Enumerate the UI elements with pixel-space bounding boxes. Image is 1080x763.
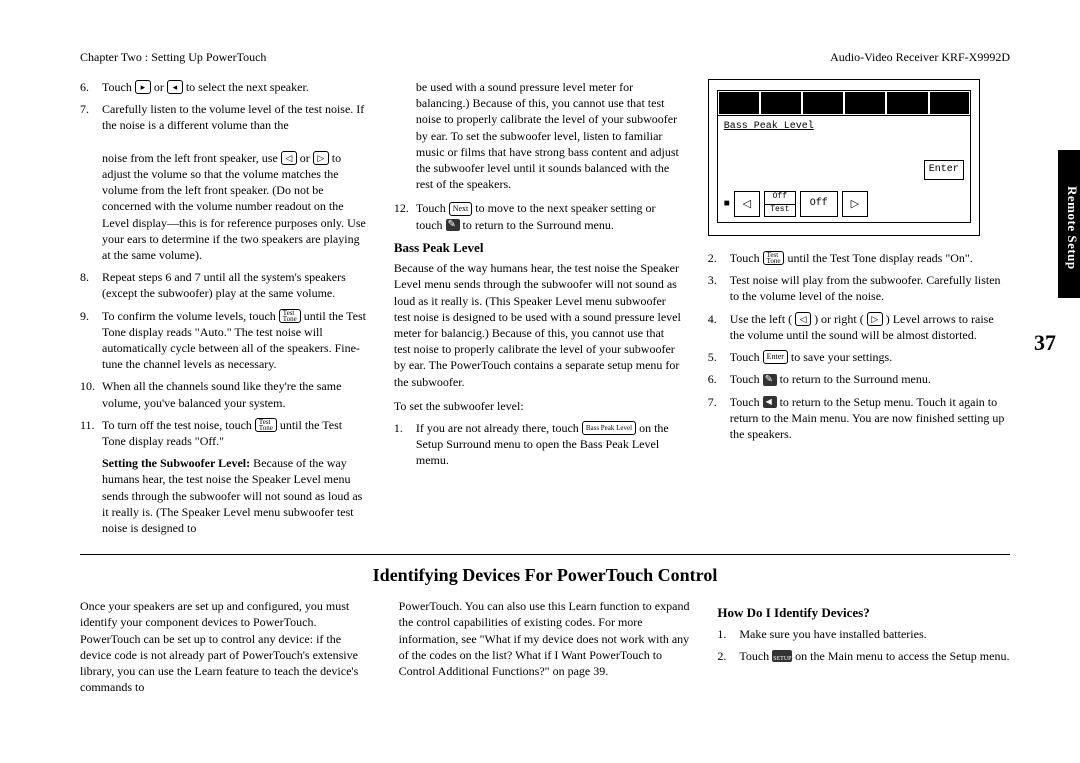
left-arrow-icon: ◁	[281, 151, 297, 165]
text: To set the subwoofer level:	[394, 398, 682, 414]
pencil-icon	[763, 374, 777, 386]
text: be used with a sound pressure level mete…	[416, 79, 682, 192]
lower-col-1: Once your speakers are set up and config…	[80, 598, 373, 695]
text: on the Main menu to access the Setup men…	[795, 649, 1009, 663]
text: Touch	[730, 395, 763, 409]
column-2: be used with a sound pressure level mete…	[394, 79, 682, 536]
text: To confirm the volume levels, touch	[102, 309, 279, 323]
identify-devices-heading: How Do I Identify Devices?	[717, 604, 1010, 622]
text: To turn off the test noise, touch	[102, 418, 255, 432]
text: ) or right (	[814, 312, 864, 326]
display-panel: Bass Peak Level Enter ■ ◁ Off Test Off ▷	[708, 79, 980, 236]
left-arrow-icon: ◁	[795, 312, 811, 326]
bass-peak-heading: Bass Peak Level	[394, 239, 682, 257]
text: Use the left (	[730, 312, 792, 326]
left-arrow-button: ◁	[734, 191, 760, 217]
chapter-title: Chapter Two : Setting Up PowerTouch	[80, 50, 266, 65]
setup-icon: SETUP	[772, 650, 792, 662]
text: to select the next speaker.	[186, 80, 309, 94]
back-icon	[763, 396, 777, 408]
text: noise from the left front speaker, use	[102, 151, 281, 165]
pencil-icon	[446, 219, 460, 231]
text: Test noise will play from the subwoofer.…	[730, 272, 1010, 304]
text: until the Test Tone display reads "On".	[787, 251, 972, 265]
text: Touch	[102, 80, 135, 94]
right-arrow-button: ▷	[842, 191, 868, 217]
test-tone-icon: TestTone	[255, 418, 277, 432]
text: Touch	[730, 350, 763, 364]
enter-button: Enter	[924, 160, 964, 180]
next-icon: Next	[449, 202, 473, 216]
column-3: Bass Peak Level Enter ■ ◁ Off Test Off ▷	[708, 79, 1010, 536]
text: to save your settings.	[791, 350, 892, 364]
text: Because of the way humans hear, the test…	[394, 260, 682, 390]
text: Touch	[730, 251, 763, 265]
subwoofer-heading: Setting the Subwoofer Level:	[102, 456, 250, 470]
bass-peak-level-button-icon: Bass Peak Level	[582, 421, 636, 435]
divider	[80, 554, 1010, 555]
right-arrow-icon: ▷	[867, 312, 883, 326]
column-1: 6. Touch ▸ or ◂ to select the next speak…	[80, 79, 368, 536]
text: Touch	[730, 372, 763, 386]
text: Make sure you have installed batteries.	[739, 626, 1010, 642]
text: Carefully listen to the volume level of …	[102, 102, 364, 132]
text: If you are not already there, touch	[416, 421, 582, 435]
text: or	[154, 80, 167, 94]
off-test-tone-cell: Off Test	[764, 191, 796, 217]
text: to return to the Surround menu.	[463, 218, 614, 232]
text: When all the channels sound like they're…	[102, 378, 368, 410]
test-tone-icon: TestTone	[763, 251, 785, 265]
section-title: Identifying Devices For PowerTouch Contr…	[80, 565, 1010, 586]
text: Touch	[739, 649, 772, 663]
product-name: Audio-Video Receiver KRF-X9992D	[830, 50, 1010, 65]
enter-icon: Enter	[763, 350, 788, 364]
lower-col-2: PowerTouch. You can also use this Learn …	[399, 598, 692, 695]
lower-col-3: How Do I Identify Devices? 1.Make sure y…	[717, 598, 1010, 695]
text: to return to the Surround menu.	[780, 372, 931, 386]
left-icon: ◂	[167, 80, 183, 94]
right-icon: ▸	[135, 80, 151, 94]
text: or	[300, 151, 313, 165]
text: Repeat steps 6 and 7 until all the syste…	[102, 269, 368, 301]
text: to adjust the volume so that the volume …	[102, 151, 366, 262]
right-arrow-icon: ▷	[313, 151, 329, 165]
test-tone-icon: TestTone	[279, 309, 301, 323]
display-title: Bass Peak Level	[724, 120, 964, 134]
off-cell: Off	[800, 191, 838, 217]
page-header: Chapter Two : Setting Up PowerTouch Audi…	[80, 50, 1010, 65]
text: Touch	[416, 201, 449, 215]
